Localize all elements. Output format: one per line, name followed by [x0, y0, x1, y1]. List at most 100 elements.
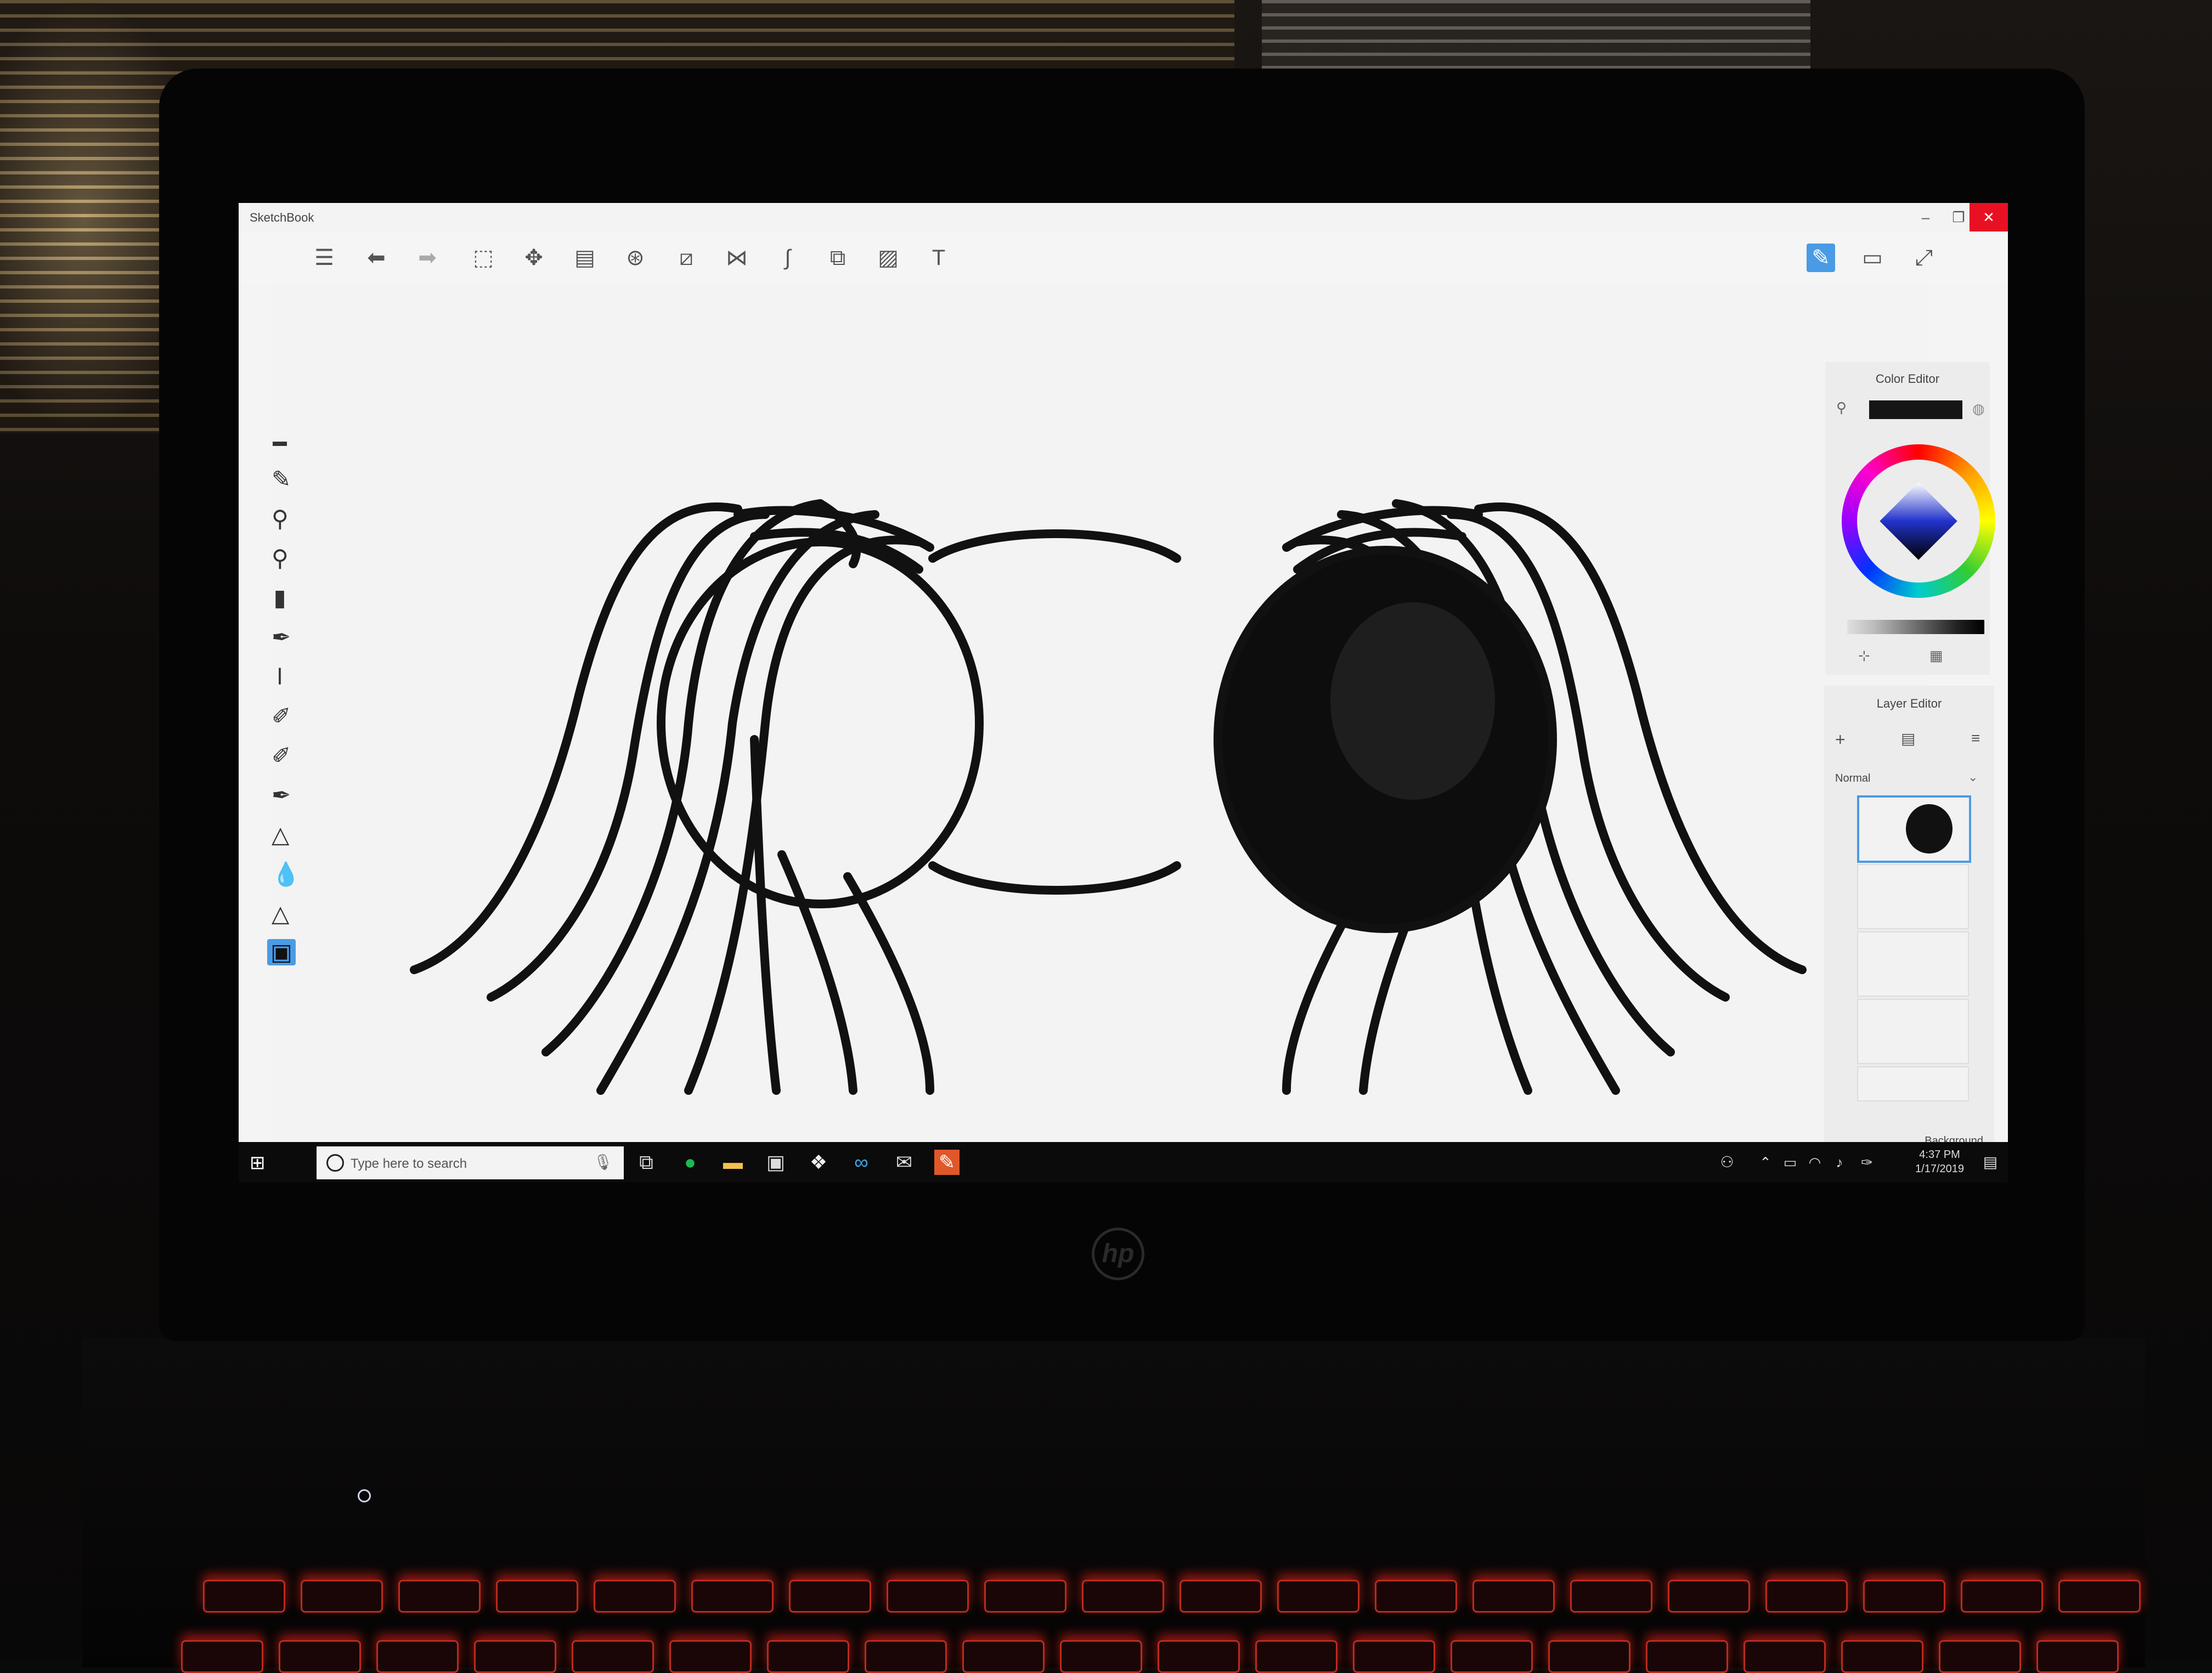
symmetry-icon[interactable]: ⋈: [723, 244, 751, 272]
keyboard-key: [1548, 1640, 1630, 1673]
keyboard-key: [1158, 1640, 1240, 1673]
layer-thumbnail-2[interactable]: [1857, 864, 1969, 929]
keyboard-key: [1570, 1580, 1652, 1613]
menu-list-icon[interactable]: ☰: [310, 244, 338, 272]
keyboard-key: [398, 1580, 481, 1613]
keyboard-key: [1646, 1640, 1728, 1673]
brush-4-icon[interactable]: ▮: [272, 585, 288, 611]
layer-thumbnail-background[interactable]: [1857, 1066, 1969, 1101]
blend-mode-select[interactable]: Normal: [1835, 772, 1870, 785]
infinity-app-icon[interactable]: ∞: [849, 1150, 874, 1175]
palette-grip-icon[interactable]: ▬: [272, 428, 288, 454]
shape-icon[interactable]: ⧉: [823, 244, 852, 272]
layer-copy-icon[interactable]: ▤: [571, 244, 599, 272]
keyboard-key: [1353, 1640, 1435, 1673]
taskbar-search-box[interactable]: Type here to search 🎙: [317, 1146, 624, 1179]
file-explorer-icon[interactable]: ▬: [720, 1150, 746, 1175]
brush-3-icon[interactable]: ⚲: [272, 545, 289, 572]
action-center-icon[interactable]: ▤: [1978, 1150, 2003, 1175]
select-icon[interactable]: ⬚: [469, 244, 498, 272]
color-grid-icon[interactable]: ▦: [1929, 647, 1943, 664]
add-layer-icon[interactable]: +: [1835, 730, 1846, 750]
spotify-icon[interactable]: ●: [678, 1150, 703, 1175]
saturation-value-picker[interactable]: [1880, 482, 1957, 560]
clock-time: 4:37 PM: [1919, 1149, 1960, 1161]
brush-5-icon[interactable]: ✒: [272, 624, 291, 651]
keyboard-key: [1060, 1640, 1142, 1673]
close-button[interactable]: ✕: [1970, 203, 2008, 231]
keyboard-key: [669, 1640, 752, 1673]
keyboard-key: [1451, 1640, 1533, 1673]
pen-workspace-icon[interactable]: ✑: [1854, 1150, 1880, 1175]
grey-swatches[interactable]: [1847, 620, 1984, 634]
eyedropper-icon[interactable]: ⚲: [1836, 399, 1847, 416]
battery-icon[interactable]: ▭: [1778, 1150, 1803, 1175]
transform-icon[interactable]: ✥: [520, 244, 548, 272]
windows-start-icon[interactable]: ⊞: [250, 1152, 272, 1174]
brush-8-icon[interactable]: ✐: [272, 743, 291, 769]
undo-icon[interactable]: ⬅: [362, 244, 391, 272]
window-icon[interactable]: ▭: [1858, 244, 1887, 272]
fullscreen-icon[interactable]: ⤢: [1910, 244, 1938, 272]
color-options-icon[interactable]: ◍: [1972, 400, 1985, 417]
task-view-icon[interactable]: ⧉: [634, 1150, 659, 1175]
color-sliders-icon[interactable]: ⊹: [1858, 647, 1870, 664]
ruler-icon[interactable]: ⧄: [672, 244, 701, 272]
sketchbook-taskbar-icon[interactable]: ✎: [934, 1150, 960, 1175]
keyboard-key: [1668, 1580, 1750, 1613]
keyboard-key: [2036, 1640, 2119, 1673]
keyboard-key: [691, 1580, 774, 1613]
clock-date: 1/17/2019: [1915, 1163, 1964, 1175]
search-placeholder: Type here to search: [351, 1156, 467, 1171]
toolbar: ☰ ⬅ ➡ ⬚ ✥ ▤ ⊛ ⧄ ⋈ ∫ ⧉ ▨ T ✎ ▭ ⤢: [239, 231, 2008, 284]
brush-6-icon[interactable]: ǀ: [272, 664, 288, 690]
layer-thumbnail-1[interactable]: [1857, 795, 1971, 863]
window-blinds-right: [1262, 0, 1810, 77]
chevron-down-icon[interactable]: ⌄: [1968, 770, 1978, 784]
keyboard-key: [887, 1580, 969, 1613]
layer-thumbnail-3[interactable]: [1857, 931, 1969, 997]
brush-10-icon[interactable]: △: [272, 822, 289, 848]
pencil-icon[interactable]: ✎: [1807, 244, 1835, 272]
color-wheel[interactable]: [1842, 444, 1995, 598]
layer-copy-icon-2[interactable]: ▤: [1901, 730, 1915, 748]
dropbox-icon[interactable]: ❖: [806, 1150, 831, 1175]
text-icon[interactable]: T: [924, 244, 953, 272]
laptop-screen: SketchBook – ❐ ✕ ☰ ⬅ ➡ ⬚ ✥ ▤ ⊛ ⧄ ⋈ ∫ ⧉ ▨…: [239, 203, 2008, 1182]
brush-12-icon[interactable]: △: [272, 901, 289, 927]
tray-chevron-icon[interactable]: ⌃: [1753, 1150, 1778, 1175]
people-icon[interactable]: ⚇: [1714, 1150, 1740, 1175]
brush-7-icon[interactable]: ✐: [272, 703, 291, 730]
curve-icon[interactable]: ∫: [774, 244, 802, 272]
brush-2-icon[interactable]: ⚲: [272, 506, 289, 532]
mail-icon[interactable]: ✉: [891, 1150, 917, 1175]
brush-9-icon[interactable]: ✒: [272, 782, 291, 809]
color-mixer-icon[interactable]: ⊛: [621, 244, 650, 272]
microphone-icon[interactable]: 🎙: [593, 1153, 613, 1171]
color-editor-panel: Color Editor ⚲ ◍ ⊹ ▦: [1825, 362, 1995, 675]
keyboard-key: [1180, 1580, 1262, 1613]
taskbar-clock[interactable]: 4:37 PM 1/17/2019: [1915, 1148, 1964, 1176]
keyboard-key: [376, 1640, 459, 1673]
store-icon[interactable]: ▣: [763, 1150, 788, 1175]
layer-menu-icon[interactable]: ≡: [1971, 730, 1980, 747]
keyboard-key: [865, 1640, 947, 1673]
redo-icon[interactable]: ➡: [413, 244, 442, 272]
wifi-icon[interactable]: ◠: [1802, 1150, 1827, 1175]
keyboard-key: [962, 1640, 1045, 1673]
keyboard-key: [984, 1580, 1066, 1613]
brush-13-icon[interactable]: ▣: [267, 939, 296, 965]
volume-icon[interactable]: ♪: [1827, 1150, 1852, 1175]
keyboard-key: [301, 1580, 383, 1613]
keyboard-key: [279, 1640, 361, 1673]
keyboard-key: [1277, 1580, 1359, 1613]
keyboard-key: [1743, 1640, 1826, 1673]
brush-11-icon[interactable]: 💧: [272, 861, 300, 888]
drawing-canvas[interactable]: [272, 284, 1928, 1151]
layer-thumbnail-4[interactable]: [1857, 999, 1969, 1064]
image-import-icon[interactable]: ▨: [874, 244, 902, 272]
current-color-swatch[interactable]: [1869, 400, 1962, 419]
brush-1-icon[interactable]: ✎: [272, 466, 291, 493]
keyboard-key: [496, 1580, 578, 1613]
keyboard-key: [2058, 1580, 2141, 1613]
